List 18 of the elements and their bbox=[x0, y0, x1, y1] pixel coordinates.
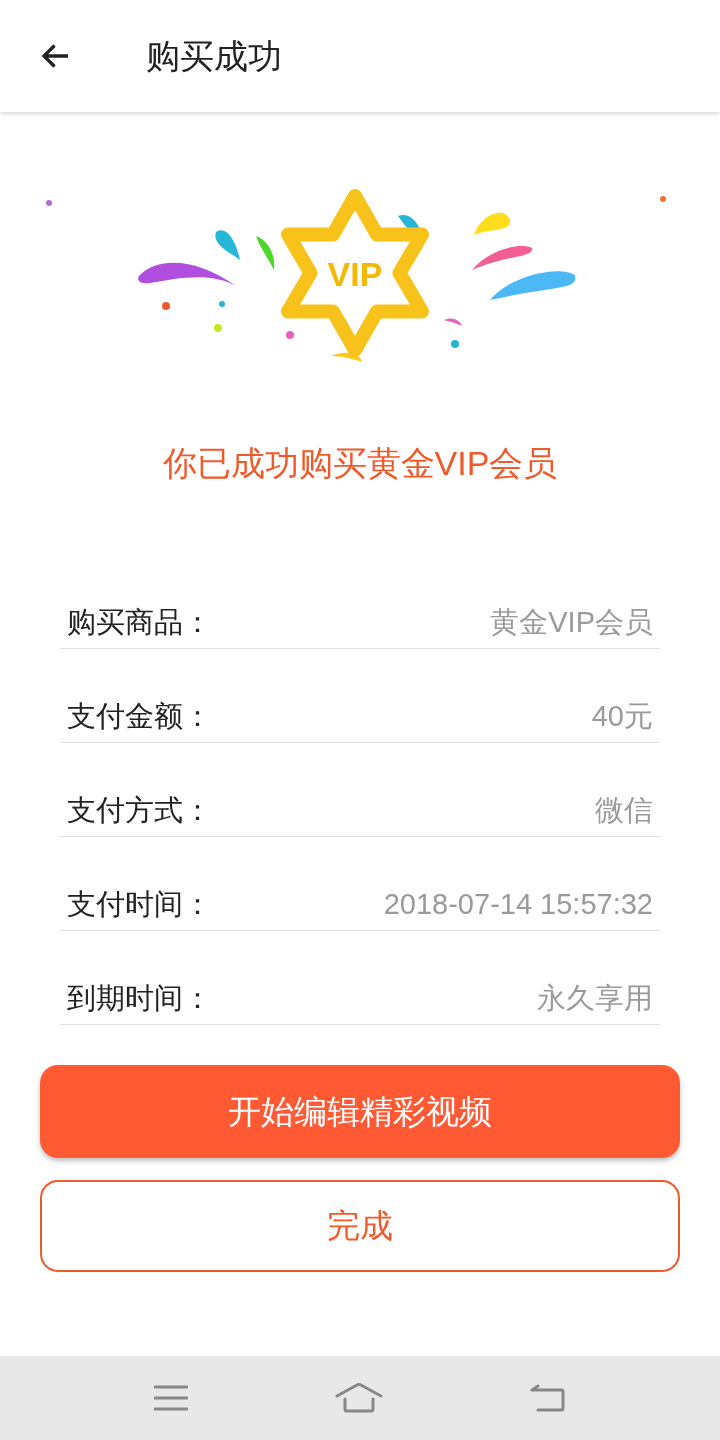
vip-star-drawing: VIP bbox=[40, 180, 680, 380]
detail-label: 购买商品： bbox=[67, 605, 212, 640]
detail-label: 支付时间： bbox=[67, 887, 212, 922]
detail-value: 永久享用 bbox=[537, 981, 653, 1016]
detail-value: 40元 bbox=[591, 699, 653, 734]
success-message: 你已成功购买黄金VIP会员 bbox=[162, 443, 558, 484]
detail-label: 到期时间： bbox=[67, 981, 212, 1016]
detail-label: 支付方式： bbox=[67, 793, 212, 828]
menu-icon[interactable] bbox=[153, 1385, 188, 1411]
detail-value: 2018-07-14 15:57:32 bbox=[383, 887, 653, 922]
page-title: 购买成功 bbox=[146, 35, 282, 77]
detail-value: 微信 bbox=[595, 793, 653, 828]
done-button[interactable]: 完成 bbox=[40, 1180, 680, 1272]
back-nav-icon[interactable] bbox=[530, 1384, 567, 1412]
home-icon[interactable] bbox=[335, 1383, 383, 1413]
edit-video-button[interactable]: 开始编辑精彩视频 bbox=[40, 1065, 680, 1158]
detail-value: 黄金VIP会员 bbox=[490, 605, 653, 640]
detail-label: 支付金额： bbox=[67, 699, 212, 734]
